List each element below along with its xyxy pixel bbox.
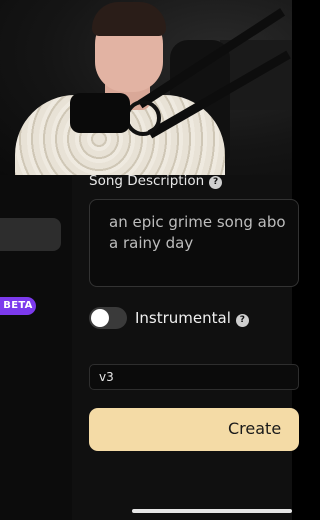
sidebar-nav-item[interactable]	[0, 218, 61, 251]
instrumental-label: Instrumental?	[135, 309, 249, 327]
instrumental-toggle[interactable]	[89, 307, 127, 329]
webcam-overlay	[0, 0, 292, 175]
help-icon[interactable]: ?	[209, 176, 223, 189]
beta-badge: BETA	[0, 297, 36, 315]
create-button[interactable]: Create	[89, 408, 299, 451]
create-button-label: Create	[228, 419, 282, 438]
microphone	[70, 93, 130, 133]
song-description-label: Song Description?	[89, 173, 223, 189]
mic-mount	[125, 100, 161, 136]
toggle-knob	[91, 309, 109, 327]
help-icon[interactable]: ?	[235, 314, 249, 327]
home-indicator	[132, 509, 292, 513]
song-description-label-text: Song Description	[89, 173, 205, 189]
song-description-value: an epic grime song abo a rainy day	[109, 213, 286, 252]
model-version-select[interactable]: v3	[89, 364, 299, 390]
instrumental-label-text: Instrumental	[135, 309, 231, 327]
person-hair	[92, 2, 166, 36]
song-description-textarea[interactable]: an epic grime song abo a rainy day	[89, 199, 299, 287]
